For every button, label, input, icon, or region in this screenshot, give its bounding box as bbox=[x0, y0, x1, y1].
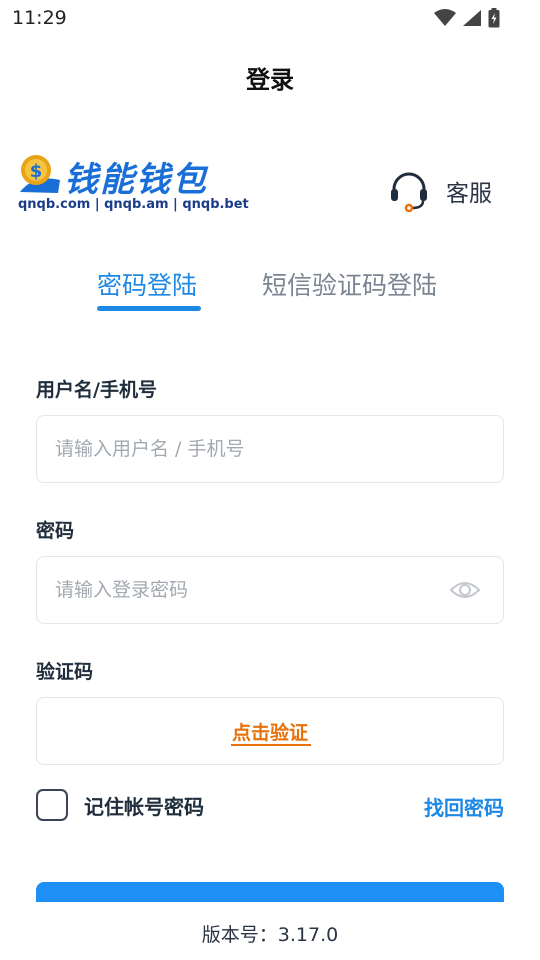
remember-label[interactable]: 记住帐号密码 bbox=[84, 791, 204, 820]
svg-text:$: $ bbox=[30, 161, 43, 182]
customer-service-button[interactable]: 客服 bbox=[388, 170, 492, 212]
headset-icon bbox=[391, 172, 427, 212]
forgot-password-link[interactable]: 找回密码 bbox=[424, 792, 504, 821]
username-input[interactable] bbox=[55, 416, 435, 482]
status-bar: 11:29 bbox=[0, 0, 540, 36]
tab-sms-login[interactable]: 短信验证码登陆 bbox=[262, 266, 437, 302]
coin-bag-icon: $ bbox=[20, 155, 60, 193]
status-time: 11:29 bbox=[12, 7, 67, 29]
captcha-label: 验证码 bbox=[36, 661, 94, 683]
password-label: 密码 bbox=[36, 520, 75, 542]
status-icons bbox=[434, 8, 500, 28]
brand-logo: $ 钱能钱包 qnqb.com | qnqb.am | qnqb.bet bbox=[18, 152, 249, 214]
password-input[interactable] bbox=[55, 557, 435, 623]
remember-checkbox[interactable] bbox=[36, 789, 68, 821]
login-tabs: 密码登陆 短信验证码登陆 bbox=[0, 266, 540, 316]
password-field bbox=[36, 556, 504, 624]
brand-domains: qnqb.com | qnqb.am | qnqb.bet bbox=[18, 197, 249, 212]
verify-underline bbox=[231, 744, 311, 746]
wifi-icon bbox=[434, 9, 456, 26]
username-field bbox=[36, 415, 504, 483]
click-to-verify-button[interactable]: 点击验证 bbox=[37, 718, 503, 745]
login-button[interactable] bbox=[36, 882, 504, 902]
brand-name: 钱能钱包 bbox=[64, 160, 208, 200]
version-text: 版本号：3.17.0 bbox=[201, 924, 339, 946]
username-label: 用户名/手机号 bbox=[36, 379, 157, 401]
cellular-signal-icon bbox=[463, 10, 481, 26]
eye-icon[interactable] bbox=[449, 578, 481, 602]
battery-icon bbox=[488, 8, 500, 28]
tab-password-login[interactable]: 密码登陆 bbox=[97, 266, 197, 302]
active-tab-indicator bbox=[97, 306, 201, 311]
page-title: 登录 bbox=[246, 66, 294, 94]
captcha-field: 点击验证 bbox=[36, 697, 504, 765]
customer-service-label: 客服 bbox=[446, 181, 492, 207]
remember-row: 记住帐号密码 bbox=[36, 789, 204, 821]
